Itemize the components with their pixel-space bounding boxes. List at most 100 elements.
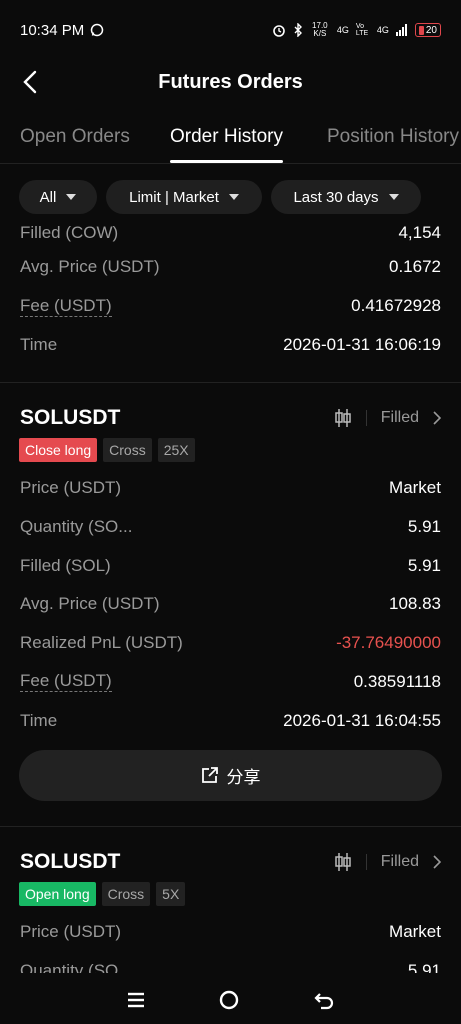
row-filled: Filled (COW) 4,154 [0,218,461,248]
row-value: 5.91 [407,555,441,575]
signal-icon [395,24,407,36]
clock: 10:34 PM [20,21,85,39]
row-value: 4,154 [398,223,441,242]
status-left: 10:34 PM [20,22,104,39]
row-price: Price (USDT) Market [0,913,461,952]
row-quantity: Quantity (SO... 5.91 [0,508,461,547]
filter-bar: All Limit | Market Last 30 days [19,180,421,214]
row-filled: Filled (SOL) 5.91 [0,546,461,585]
row-value: 5.91 [407,517,441,537]
row-fee: Fee (USDT) 0.38591118 [0,663,461,702]
order-card-partial: Filled (COW) 4,154 Avg. Price (USDT) 0.1… [0,218,461,364]
row-label: Price (USDT) [20,922,122,942]
order-list[interactable]: Filled (COW) 4,154 Avg. Price (USDT) 0.1… [0,218,461,973]
candlestick-chart-icon[interactable] [334,408,352,428]
separator [365,410,367,427]
back-button[interactable] [16,68,44,96]
order-card-actions: Filled [334,408,441,428]
row-realized-pnl: Realized PnL (USDT) -37.76490000 [0,624,461,663]
filter-date-range-label: Last 30 days [293,188,379,206]
row-avg-price: Avg. Price (USDT) 0.1672 [0,248,461,287]
row-value: 2026-01-31 16:04:55 [283,710,441,730]
tab-order-history[interactable]: Order History [170,126,283,148]
filter-order-type[interactable]: Limit | Market [106,180,262,214]
fee-label-tooltip[interactable]: Fee (USDT) [20,296,112,317]
row-label: Quantity (SO... [20,517,133,537]
filter-all[interactable]: All [19,180,97,214]
tab-bar: Open Orders Order History Position Histo… [0,118,461,164]
order-card[interactable]: SOLUSDT Filled Open long Cross 5X Price … [0,843,461,973]
row-value: -37.76490000 [336,633,441,653]
row-time: Time 2026-01-31 16:04:55 [0,701,461,740]
tag-side: Open long [19,881,96,906]
share-icon [201,767,218,784]
fee-label-tooltip[interactable]: Fee (USDT) [20,671,112,693]
row-value: 0.1672 [389,257,441,277]
order-status[interactable]: Filled [381,409,419,427]
row-label: Realized PnL (USDT) [20,633,183,653]
share-label: 分享 [226,767,261,787]
row-fee: Fee (USDT) 0.41672928 [0,287,461,326]
separator [365,853,367,870]
order-symbol: SOLUSDT [20,406,121,430]
row-value: 0.41672928 [351,296,441,316]
battery-icon: 20 [414,23,441,37]
row-value: Market [389,478,441,498]
row-value: 2026-01-31 16:06:19 [283,334,441,354]
order-card-header: SOLUSDT Filled [0,843,461,881]
row-label: Price (USDT) [20,478,122,498]
net-speed: 17.0 K/S [312,21,328,38]
order-status[interactable]: Filled [381,853,419,871]
row-label: Time [20,710,58,730]
tab-position-history[interactable]: Position History [327,126,459,148]
back-nav-icon[interactable] [313,990,335,1010]
row-value: 0.38591118 [353,671,441,691]
alarm-icon [273,25,285,37]
order-tags: Open long Cross 5X [0,881,461,907]
row-label: Avg. Price (USDT) [20,594,160,614]
row-label: Avg. Price (USDT) [20,257,160,277]
filter-all-label: All [39,188,57,206]
row-label: Filled (SOL) [20,555,111,575]
home-icon[interactable] [218,989,240,1011]
status-right: 17.0 K/S 4G Vo LTE 4G 20 [272,22,441,38]
row-value: Market [389,922,441,942]
network-volte: Vo LTE [355,23,369,37]
chevron-right-icon[interactable] [433,411,441,425]
order-tags: Close long Cross 25X [0,437,461,463]
candlestick-chart-icon[interactable] [334,852,352,872]
row-value: 5.91 [407,960,441,973]
tag-side: Close long [19,438,98,463]
status-bar: 10:34 PM 17.0 K/S 4G Vo LTE 4G 20 [0,0,461,60]
row-value: 108.83 [389,594,441,614]
back-arrow-icon [23,70,37,94]
active-tab-indicator [170,160,283,163]
caret-down-icon [66,194,77,200]
order-card[interactable]: SOLUSDT Filled Close long Cross 25X Pric… [0,399,461,801]
header: Futures Orders [0,60,461,104]
row-label: Filled (COW) [20,223,119,242]
order-symbol: SOLUSDT [20,849,121,873]
row-price: Price (USDT) Market [0,469,461,508]
row-label: Time [20,334,58,354]
order-card-actions: Filled [334,852,441,872]
battery-level: 20 [425,24,437,36]
share-button[interactable]: 分享 [19,749,442,801]
system-nav-bar [0,975,461,1024]
bluetooth-icon [294,23,302,37]
chevron-right-icon[interactable] [433,855,441,869]
tag-margin-mode: Cross [103,438,152,463]
filter-order-type-label: Limit | Market [129,188,219,206]
network-type-1: 4G [336,25,349,35]
row-time: Time 2026-01-31 16:06:19 [0,325,461,364]
row-avg-price: Avg. Price (USDT) 108.83 [0,585,461,624]
tab-open-orders[interactable]: Open Orders [20,126,130,148]
filter-date-range[interactable]: Last 30 days [271,180,421,214]
order-card-header: SOLUSDT Filled [0,399,461,437]
tag-margin-mode: Cross [101,881,151,906]
recent-apps-icon[interactable] [126,990,146,1010]
